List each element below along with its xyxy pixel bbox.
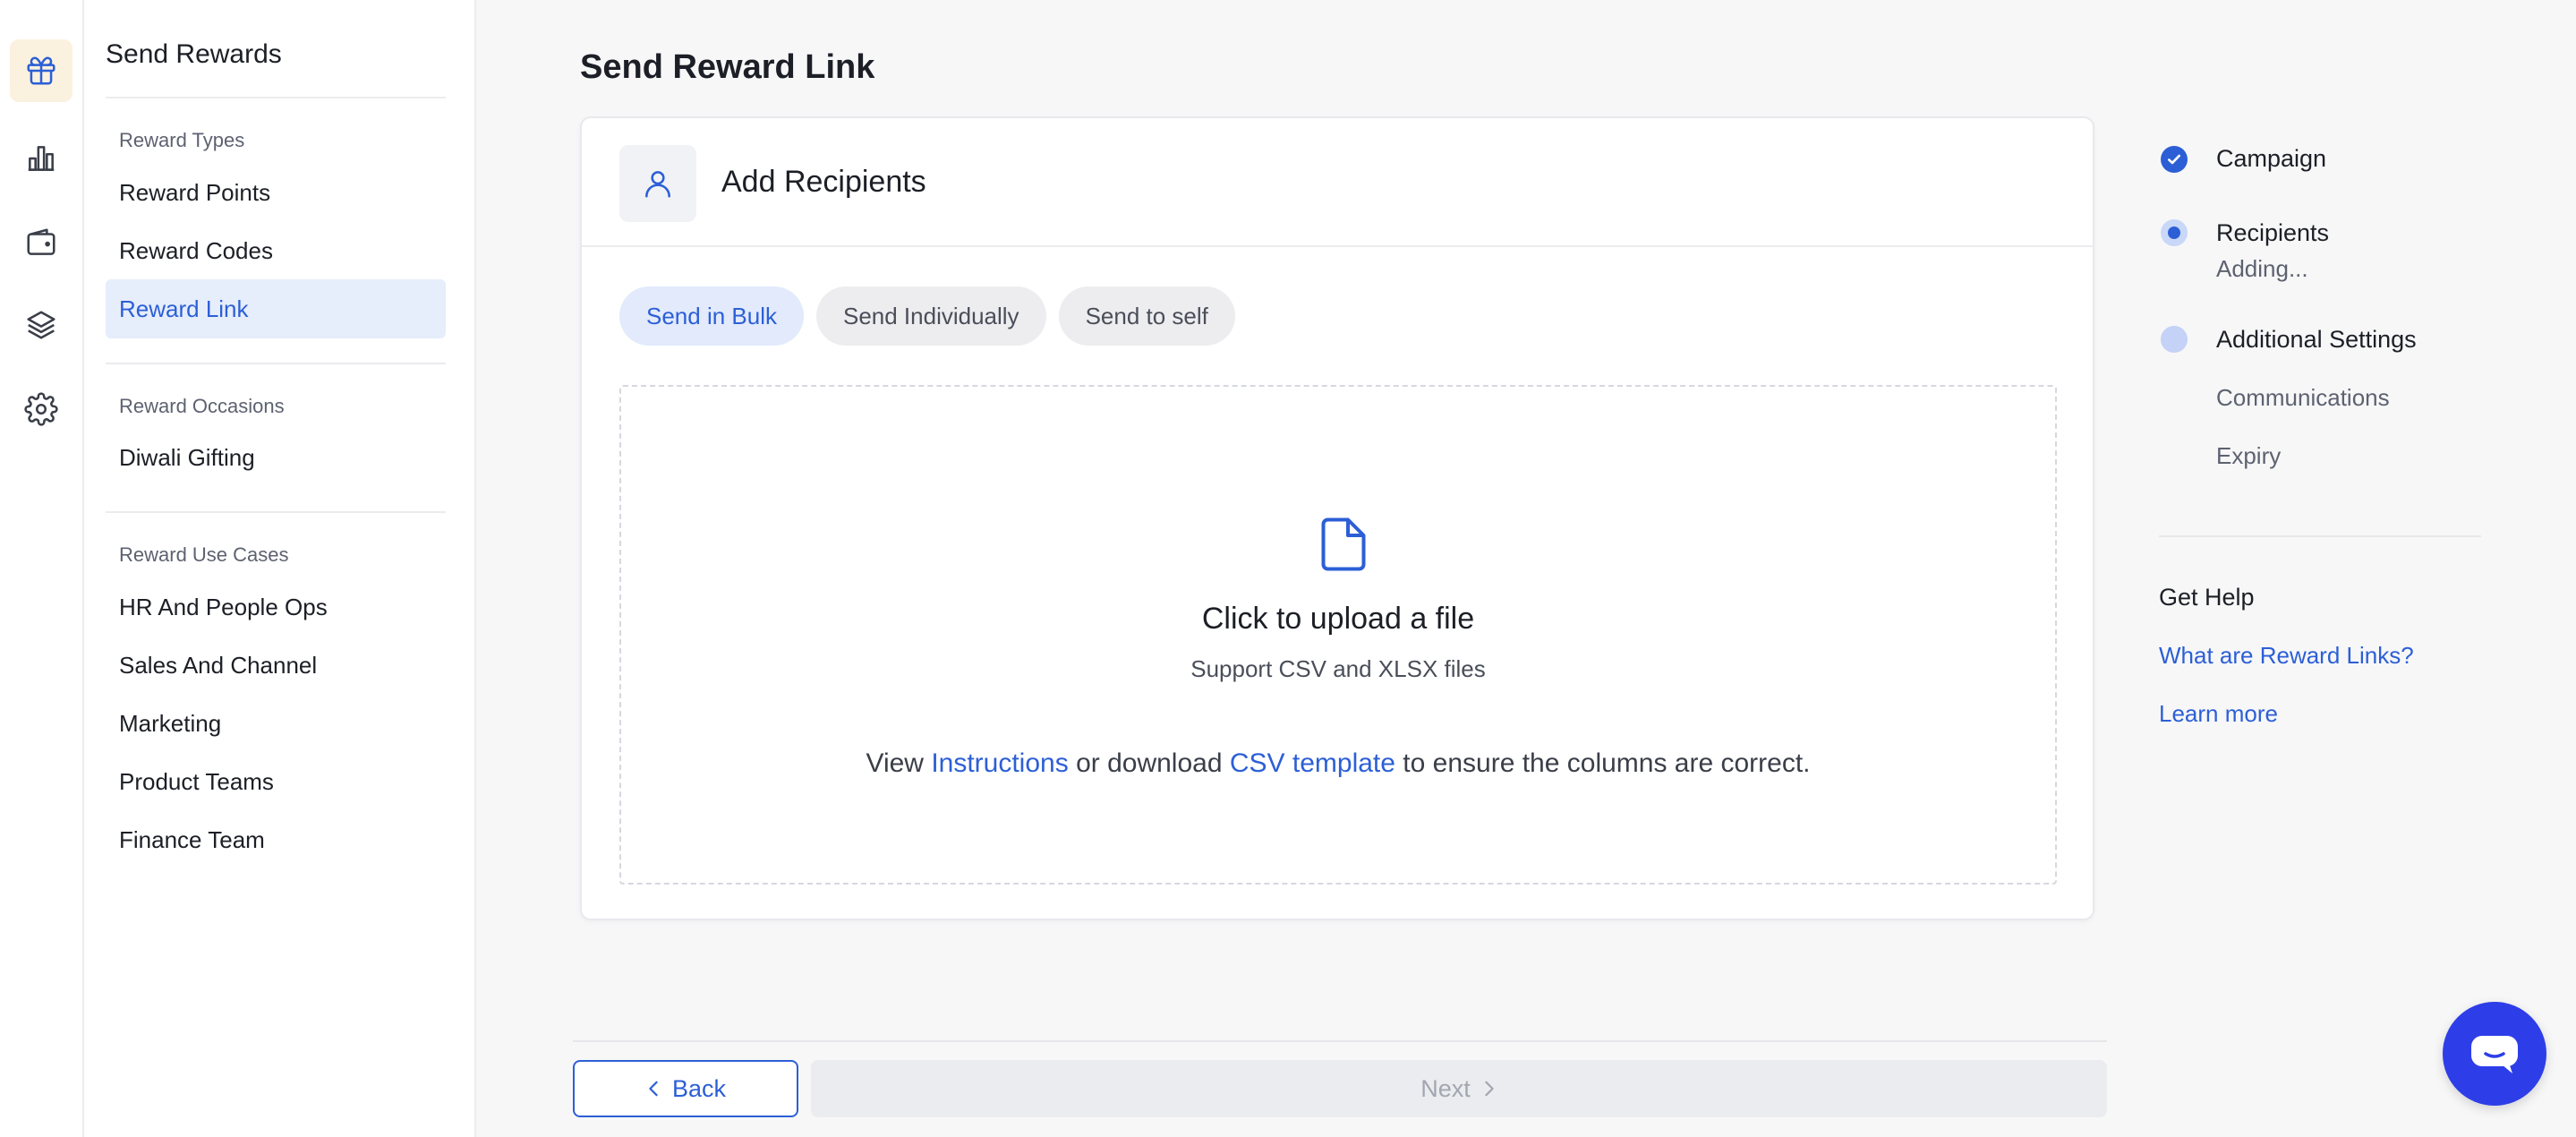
gift-icon: [27, 56, 55, 85]
sidebar-divider: [106, 511, 446, 513]
sidebar-divider: [106, 363, 446, 364]
settings-nav-button[interactable]: [10, 378, 73, 440]
what-are-reward-links-link[interactable]: What are Reward Links?: [2159, 642, 2414, 670]
wallet-nav-button[interactable]: [10, 211, 73, 274]
gear-icon: [24, 392, 58, 426]
get-help-title: Get Help: [2159, 584, 2255, 611]
step-current-icon: [2161, 219, 2188, 246]
tab-send-to-self[interactable]: Send to self: [1058, 286, 1235, 346]
analytics-nav-button[interactable]: [10, 127, 73, 190]
sidebar-item-reward-link[interactable]: Reward Link: [106, 279, 446, 338]
csv-template-link[interactable]: CSV template: [1230, 748, 1395, 778]
step-campaign[interactable]: Campaign: [2216, 145, 2326, 173]
bar-chart-icon: [28, 146, 55, 171]
layers-nav-button[interactable]: [10, 294, 73, 356]
chat-support-button[interactable]: [2443, 1002, 2546, 1106]
check-icon: [2168, 154, 2180, 165]
sidebar-item-reward-codes[interactable]: Reward Codes: [106, 221, 446, 280]
step-pending-icon: [2161, 326, 2188, 353]
add-recipients-card: Add Recipients Send in Bulk Send Individ…: [580, 116, 2094, 920]
step-additional-settings[interactable]: Additional Settings: [2216, 326, 2417, 354]
send-mode-tabs: Send in Bulk Send Individually Send to s…: [619, 286, 1235, 346]
page-title: Send Reward Link: [580, 48, 875, 86]
card-title: Add Recipients: [721, 165, 926, 199]
tab-send-individually[interactable]: Send Individually: [815, 286, 1046, 346]
footer-divider: [573, 1040, 2107, 1042]
sidebar-group-reward-occasions: Reward Occasions: [119, 395, 285, 417]
sidebar-title: Send Rewards: [106, 39, 282, 69]
chat-bubble-icon: [2471, 1036, 2518, 1073]
tab-send-in-bulk[interactable]: Send in Bulk: [619, 286, 804, 346]
rewards-sidebar: Send Rewards Reward Types Reward Points …: [84, 0, 476, 1137]
upload-help-text: View Instructions or download CSV templa…: [621, 748, 2055, 779]
upload-subtitle: Support CSV and XLSX files: [1190, 655, 1486, 682]
sidebar-item-diwali-gifting[interactable]: Diwali Gifting: [106, 428, 446, 487]
sidebar-group-reward-use-cases: Reward Use Cases: [119, 543, 289, 566]
help-prefix: View: [866, 748, 924, 778]
back-label: Back: [671, 1074, 727, 1102]
step-recipients-status: Adding...: [2216, 255, 2308, 282]
next-label: Next: [1420, 1074, 1471, 1102]
sidebar-item-marketing[interactable]: Marketing: [106, 694, 446, 753]
sidebar-item-sales-and-channel[interactable]: Sales And Channel: [106, 636, 446, 695]
chevron-right-icon: [1485, 1081, 1494, 1097]
step-done-icon: [2161, 146, 2188, 173]
learn-more-link[interactable]: Learn more: [2159, 700, 2278, 728]
user-icon: [645, 171, 670, 198]
sidebar-group-reward-types: Reward Types: [119, 129, 245, 151]
next-button[interactable]: Next: [811, 1060, 2107, 1117]
step-communications[interactable]: Communications: [2216, 384, 2390, 412]
back-button[interactable]: Back: [573, 1060, 798, 1117]
help-middle: or download: [1076, 748, 1223, 778]
recipient-icon-box: [619, 145, 696, 222]
upload-title: Click to upload a file: [1201, 602, 1475, 636]
help-divider: [2159, 535, 2481, 537]
step-recipients[interactable]: Recipients: [2216, 219, 2329, 247]
rewards-nav-button[interactable]: [10, 39, 73, 102]
help-suffix: to ensure the columns are correct.: [1403, 748, 1811, 778]
file-upload-dropzone[interactable]: Click to upload a file Support CSV and X…: [619, 385, 2057, 885]
sidebar-item-hr-and-people-ops[interactable]: HR And People Ops: [106, 577, 446, 637]
card-header: Add Recipients: [582, 118, 2093, 247]
sidebar-item-finance-team[interactable]: Finance Team: [106, 810, 446, 869]
file-icon: [1321, 517, 1366, 571]
step-expiry[interactable]: Expiry: [2216, 442, 2281, 470]
instructions-link[interactable]: Instructions: [931, 748, 1068, 778]
wallet-icon: [27, 228, 55, 255]
chevron-left-icon: [649, 1081, 658, 1097]
sidebar-item-reward-points[interactable]: Reward Points: [106, 163, 446, 222]
sidebar-item-product-teams[interactable]: Product Teams: [106, 752, 446, 811]
layers-icon: [27, 311, 55, 339]
icon-rail: [0, 0, 84, 1137]
sidebar-divider: [106, 97, 446, 98]
